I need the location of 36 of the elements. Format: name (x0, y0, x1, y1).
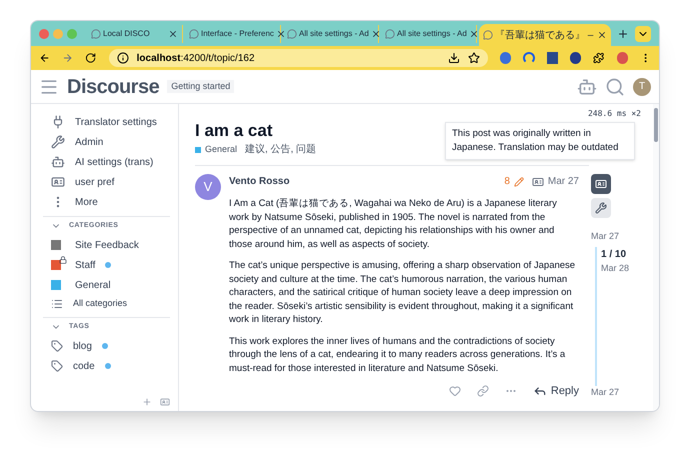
timeline-track[interactable]: 1 / 10 Mar 28 (595, 247, 639, 386)
browser-tab[interactable]: Local DISCO (87, 24, 183, 42)
topic-title: I am a cat (195, 120, 272, 142)
category-link[interactable]: Staff (51, 255, 170, 275)
post-paragraph: This work explores the inner lives of humans and the contradictions of society through the lens of a cat, endearing it to many readers across generations. It’s a must-read for those interested in literature and Natsume Sōseki. (229, 334, 566, 375)
sidebar-link[interactable]: AI settings (trans) (51, 152, 170, 172)
browser-tab[interactable]: All site settings - Ad (283, 24, 379, 42)
timing-label: 248.6 ms ×2 (588, 108, 641, 120)
site-logo[interactable]: Discourse (67, 72, 160, 102)
category-link[interactable]: General (51, 275, 170, 295)
topic-tags[interactable]: 建议, 公告, 问题 (245, 142, 316, 157)
post-date[interactable]: Mar 27 (548, 174, 579, 189)
post-paragraph: The cat’s unique perspective is amusing, offering a sharp observation of Japanese society and culture at the time. The cat’s humorous narration, the various human characters, and the satirical critique of human society leave a deep impression on the reader. Sōseki’s artistic sensibility is evident throughout, making it a significant work in literary history. (229, 259, 576, 326)
category-link[interactable]: General (205, 142, 238, 156)
category-link[interactable]: All categories (51, 295, 170, 313)
browser-tab[interactable]: 『吾輩は猫である』 – (479, 24, 611, 46)
timeline-end-date[interactable]: Mar 27 (591, 386, 639, 411)
sidebar-link[interactable]: user pref (51, 172, 170, 192)
post-paragraph: I Am a Cat (吾輩は猫である, Wagahai wa Neko de Aru) is a Japanese literary work by Natsume Sōseki, published in 1905. The novel is narrated from the perspective of an unnamed cat, depicting his relationships with his owner and those around him, as well as aspects of society. (229, 197, 558, 251)
tag-link[interactable]: code (51, 356, 170, 376)
category-link[interactable]: Site Feedback (51, 235, 170, 255)
url-text: localhost:4200/t/topic/162 (136, 52, 256, 66)
author-name[interactable]: Vento Rosso (229, 174, 290, 189)
sidebar-link[interactable]: Translator settings (51, 112, 170, 132)
timeline-position: 1 / 10 (601, 248, 628, 262)
tag-link[interactable]: blog (51, 336, 170, 356)
sidebar-link[interactable]: More (51, 192, 170, 212)
translation-tooltip: This post was originally written in Japanese. Translation may be outdated (445, 122, 635, 160)
timeline-position-date: Mar 28 (601, 262, 630, 276)
address-bar[interactable]: localhost:4200/t/topic/162 (108, 49, 488, 67)
sidebar-link[interactable]: Admin (51, 132, 170, 152)
timeline-start-date[interactable]: Mar 27 (591, 230, 639, 244)
reply-button[interactable]: Reply (532, 382, 579, 399)
browser-tab[interactable]: All site settings - Ad (381, 24, 477, 42)
browser-tab[interactable]: Interface - Preferenc (185, 24, 281, 42)
status-badge: Getting started (167, 80, 234, 94)
